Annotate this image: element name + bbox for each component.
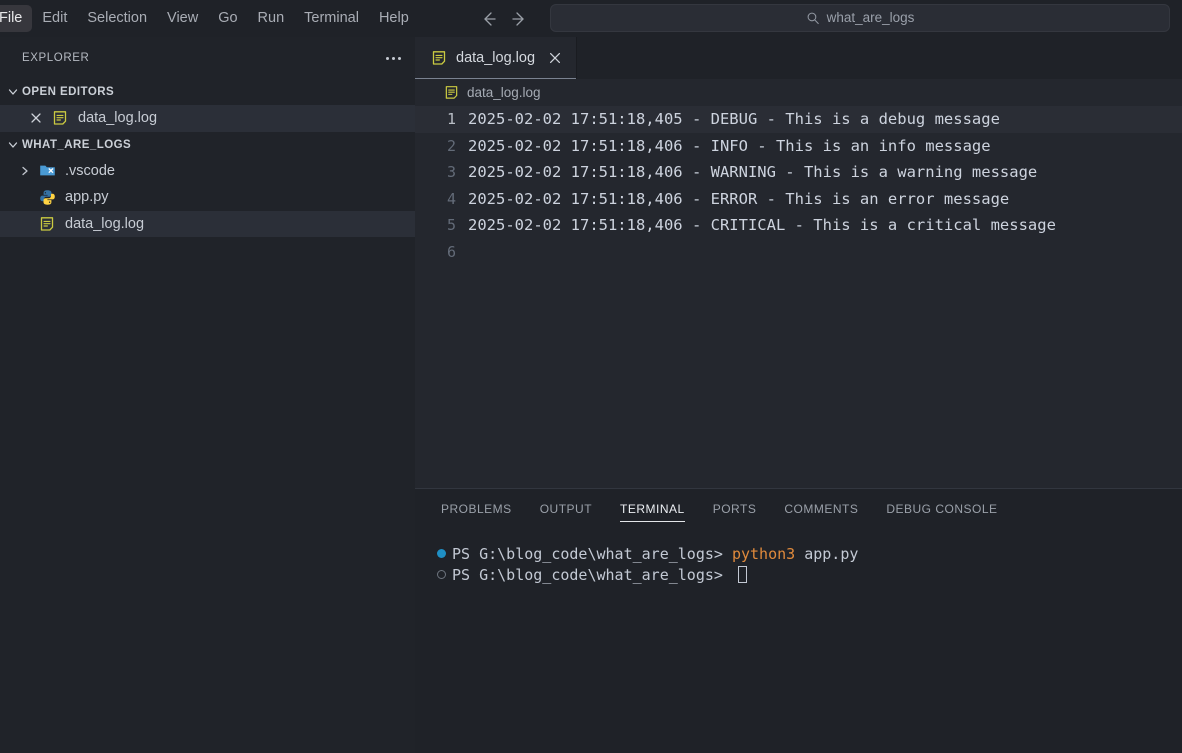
code-line[interactable]: 1 2025-02-02 17:51:18,405 - DEBUG - This… xyxy=(415,106,1182,133)
panel-tab-ports[interactable]: PORTS xyxy=(713,489,757,529)
line-number: 4 xyxy=(415,189,468,209)
panel-tab-terminal[interactable]: TERMINAL xyxy=(620,489,685,529)
log-file-icon xyxy=(51,109,69,127)
close-icon[interactable] xyxy=(547,50,563,66)
editor-tab-data-log[interactable]: data_log.log xyxy=(415,37,577,79)
chevron-right-icon[interactable] xyxy=(16,162,34,180)
menu-item-go[interactable]: Go xyxy=(208,5,247,32)
terminal-args: app.py xyxy=(795,544,858,564)
vscode-folder-icon xyxy=(38,162,56,180)
section-workspace-label: WHAT_ARE_LOGS xyxy=(22,139,131,151)
line-text: 2025-02-02 17:51:18,406 - INFO - This is… xyxy=(468,136,991,156)
line-number: 1 xyxy=(415,109,468,129)
title-bar: File Edit Selection View Go Run Terminal… xyxy=(0,0,1182,37)
section-open-editors[interactable]: OPEN EDITORS xyxy=(0,79,415,105)
terminal-prompt: PS G:\blog_code\what_are_logs> xyxy=(452,565,732,585)
editor-area: data_log.log data_log.log 1 2025-02 xyxy=(415,37,1182,489)
menu-item-file[interactable]: File xyxy=(0,5,32,32)
code-line[interactable]: 5 2025-02-02 17:51:18,406 - CRITICAL - T… xyxy=(415,212,1182,239)
editor-tab-bar: data_log.log xyxy=(415,37,1182,79)
line-number: 2 xyxy=(415,136,468,156)
command-success-icon xyxy=(437,549,446,558)
code-line[interactable]: 3 2025-02-02 17:51:18,406 - WARNING - Th… xyxy=(415,159,1182,186)
search-input-value: what_are_logs xyxy=(827,10,915,26)
menu-item-selection[interactable]: Selection xyxy=(77,5,157,32)
line-text: 2025-02-02 17:51:18,406 - WARNING - This… xyxy=(468,162,1037,182)
tree-item-data-log[interactable]: data_log.log xyxy=(0,211,415,238)
line-number: 5 xyxy=(415,215,468,235)
breadcrumb-label: data_log.log xyxy=(467,84,541,101)
chevron-down-icon xyxy=(4,83,22,101)
chevron-down-icon xyxy=(4,136,22,154)
explorer-sidebar: EXPLORER OPEN EDITORS xyxy=(0,37,415,753)
line-text: 2025-02-02 17:51:18,406 - ERROR - This i… xyxy=(468,189,1009,209)
open-editor-item-data-log[interactable]: data_log.log xyxy=(0,105,415,132)
explorer-title: EXPLORER xyxy=(22,52,386,64)
line-text: 2025-02-02 17:51:18,405 - DEBUG - This i… xyxy=(468,109,1000,129)
menu-item-edit[interactable]: Edit xyxy=(32,5,77,32)
tree-item-app-py[interactable]: app.py xyxy=(0,184,415,211)
log-file-icon xyxy=(38,215,56,233)
terminal-output[interactable]: PS G:\blog_code\what_are_logs> python3 a… xyxy=(415,529,1182,585)
terminal-command: python3 xyxy=(732,544,795,564)
section-workspace[interactable]: WHAT_ARE_LOGS xyxy=(0,132,415,158)
arrow-left-icon[interactable] xyxy=(478,9,498,29)
tree-item-data-log-label: data_log.log xyxy=(65,215,144,233)
explorer-header: EXPLORER xyxy=(0,37,415,79)
menu-item-terminal[interactable]: Terminal xyxy=(294,5,369,32)
log-file-icon xyxy=(442,84,460,102)
line-number: 3 xyxy=(415,162,468,182)
editor-tab-label: data_log.log xyxy=(456,49,535,68)
line-text: 2025-02-02 17:51:18,406 - CRITICAL - Thi… xyxy=(468,215,1056,235)
ellipsis-icon[interactable] xyxy=(386,57,401,60)
code-line[interactable]: 4 2025-02-02 17:51:18,406 - ERROR - This… xyxy=(415,186,1182,213)
panel-tab-debug-console[interactable]: DEBUG CONSOLE xyxy=(886,489,997,529)
open-editor-item-label: data_log.log xyxy=(78,109,157,127)
panel-tab-comments[interactable]: COMMENTS xyxy=(784,489,858,529)
code-editor-content[interactable]: 1 2025-02-02 17:51:18,405 - DEBUG - This… xyxy=(415,106,1182,489)
panel-tab-problems[interactable]: PROBLEMS xyxy=(441,489,512,529)
tree-item-vscode-folder[interactable]: .vscode xyxy=(0,158,415,185)
log-file-icon xyxy=(430,49,448,67)
tree-item-vscode-label: .vscode xyxy=(65,162,115,180)
terminal-cursor xyxy=(738,566,747,583)
python-file-icon xyxy=(38,188,56,206)
terminal-line: PS G:\blog_code\what_are_logs> xyxy=(437,564,1182,585)
breadcrumb[interactable]: data_log.log xyxy=(415,79,1182,106)
menu-item-view[interactable]: View xyxy=(157,5,208,32)
command-search-box[interactable]: what_are_logs xyxy=(550,4,1170,32)
menu-item-run[interactable]: Run xyxy=(248,5,295,32)
menu-bar: File Edit Selection View Go Run Terminal… xyxy=(0,0,419,37)
close-icon[interactable] xyxy=(27,109,45,127)
section-open-editors-label: OPEN EDITORS xyxy=(22,86,114,98)
panel-tab-output[interactable]: OUTPUT xyxy=(540,489,592,529)
code-line[interactable]: 6 xyxy=(415,239,1182,266)
bottom-panel: PROBLEMS OUTPUT TERMINAL PORTS COMMENTS … xyxy=(415,489,1182,753)
terminal-line: PS G:\blog_code\what_are_logs> python3 a… xyxy=(437,543,1182,564)
search-icon xyxy=(806,11,820,25)
vscode-window: File Edit Selection View Go Run Terminal… xyxy=(0,0,1182,753)
navigation-arrows xyxy=(478,0,530,37)
menu-item-help[interactable]: Help xyxy=(369,5,419,32)
arrow-right-icon[interactable] xyxy=(510,9,530,29)
panel-tab-bar: PROBLEMS OUTPUT TERMINAL PORTS COMMENTS … xyxy=(415,489,1182,529)
tree-item-app-py-label: app.py xyxy=(65,188,109,206)
command-pending-icon xyxy=(437,570,446,579)
terminal-prompt: PS G:\blog_code\what_are_logs> xyxy=(452,544,732,564)
code-line[interactable]: 2 2025-02-02 17:51:18,406 - INFO - This … xyxy=(415,133,1182,160)
line-number: 6 xyxy=(415,242,468,262)
